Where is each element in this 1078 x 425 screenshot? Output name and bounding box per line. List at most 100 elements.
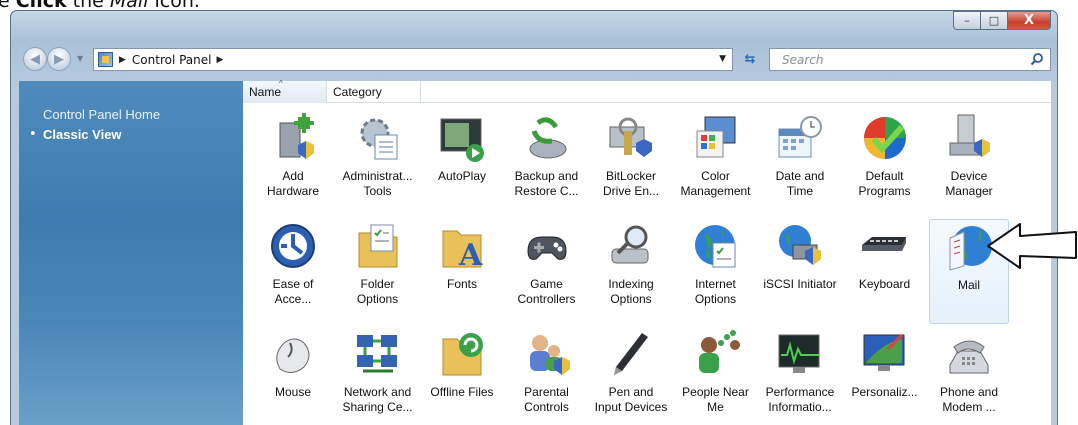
- forward-button[interactable]: ▶: [47, 47, 71, 71]
- fonts-icon: A: [442, 230, 483, 271]
- column-header-name-label: Name: [249, 85, 282, 99]
- item-label: Ease of Acce...: [272, 277, 314, 306]
- pointer-arrow-icon: [987, 223, 1077, 269]
- refresh-icon: ⇆: [744, 52, 756, 67]
- column-header-category-label: Category: [333, 85, 382, 99]
- autoplay-icon: [440, 118, 484, 162]
- item-label: iSCSI Initiator: [763, 277, 837, 291]
- phone-modem-icon: [949, 340, 989, 374]
- administrative-tools-icon: [360, 118, 397, 160]
- color-management-icon: [696, 116, 735, 158]
- item-label: Add Hardware: [266, 169, 320, 198]
- address-bar[interactable]: ▶ Control Panel ▶ ▼: [93, 48, 733, 71]
- classic-view-link[interactable]: Classic View: [43, 127, 122, 142]
- control-panel-item-internet-options[interactable]: Internet Options: [676, 219, 756, 324]
- ease-of-access-icon: [271, 224, 315, 268]
- item-label: Phone and Modem ...: [939, 385, 999, 414]
- bullet-icon: •: [29, 127, 37, 142]
- control-panel-item-personalization[interactable]: Personaliz...: [845, 327, 925, 425]
- item-label: Color Management: [680, 169, 751, 198]
- breadcrumb-chevron-icon[interactable]: ▶: [119, 55, 126, 65]
- control-panel-item-game-controllers[interactable]: Game Controllers: [507, 219, 587, 324]
- backup-icon: [529, 117, 566, 159]
- item-label: Date and Time: [775, 169, 825, 198]
- item-label: Mail: [957, 278, 980, 292]
- control-panel-item-backup[interactable]: Backup and Restore C...: [507, 111, 587, 216]
- bitlocker-icon: [609, 117, 652, 157]
- address-dropdown-icon[interactable]: ▼: [719, 54, 726, 64]
- control-panel-window: – □ X ◀ ▶ ▼ ▶ Control Panel ▶ ▼ ⇆ Search…: [10, 10, 1058, 425]
- performance-icon: [778, 334, 820, 373]
- sort-ascending-icon: ^: [279, 79, 283, 88]
- control-panel-item-offline-files[interactable]: Offline Files: [422, 327, 502, 425]
- control-panel-item-network-sharing[interactable]: Network and Sharing Ce...: [338, 327, 418, 425]
- parental-controls-icon: [529, 335, 570, 375]
- date-time-icon: [778, 116, 822, 158]
- item-label: Folder Options: [356, 277, 399, 306]
- item-label: AutoPlay: [437, 169, 487, 183]
- item-label: Device Manager: [945, 169, 993, 198]
- control-panel-item-date-time[interactable]: Date and Time: [760, 111, 840, 216]
- add-hardware-icon: [279, 113, 314, 159]
- control-panel-item-default-programs[interactable]: Default Programs: [845, 111, 925, 216]
- control-panel-item-device-manager[interactable]: Device Manager: [929, 111, 1009, 216]
- recent-pages-dropdown[interactable]: ▼: [77, 54, 83, 63]
- navigation-bar: ◀ ▶ ▼ ▶ Control Panel ▶ ▼ ⇆ Search: [19, 44, 1051, 74]
- close-button[interactable]: X: [1007, 11, 1051, 30]
- mouse-icon: [276, 338, 310, 373]
- control-panel-item-keyboard[interactable]: Keyboard: [845, 219, 925, 324]
- control-panel-item-indexing-options[interactable]: Indexing Options: [591, 219, 671, 324]
- item-label: Offline Files: [430, 385, 494, 399]
- back-arrow-icon: ◀: [30, 51, 40, 67]
- control-panel-item-color-management[interactable]: Color Management: [676, 111, 756, 216]
- column-header-name[interactable]: ^ Name: [243, 79, 327, 103]
- item-label: People Near Me: [682, 385, 749, 414]
- keyboard-icon: [861, 237, 906, 251]
- item-label: Parental Controls: [524, 385, 569, 414]
- default-programs-icon: [863, 117, 906, 159]
- refresh-button[interactable]: ⇆: [739, 49, 761, 70]
- control-panel-item-add-hardware[interactable]: Add Hardware: [253, 111, 333, 216]
- control-panel-home-link[interactable]: Control Panel Home: [43, 107, 160, 122]
- item-label: Fonts: [446, 277, 477, 291]
- control-panel-item-administrative-tools[interactable]: Administrat... Tools: [338, 111, 418, 216]
- control-panel-item-people-near-me[interactable]: People Near Me: [676, 327, 756, 425]
- control-panel-item-mouse[interactable]: Mouse: [253, 327, 333, 425]
- pen-input-icon: [614, 333, 648, 375]
- item-label: Pen and Input Devices: [594, 385, 668, 414]
- item-label: BitLocker Drive En...: [602, 169, 659, 198]
- forward-arrow-icon: ▶: [54, 51, 64, 67]
- control-panel-item-autoplay[interactable]: AutoPlay: [422, 111, 502, 216]
- item-label: Network and Sharing Ce...: [342, 385, 413, 414]
- control-panel-item-phone-modem[interactable]: Phone and Modem ...: [929, 327, 1009, 425]
- search-input[interactable]: Search: [769, 48, 1051, 71]
- maximize-button[interactable]: □: [980, 11, 1007, 30]
- back-button[interactable]: ◀: [23, 47, 47, 71]
- control-panel-item-pen-input[interactable]: Pen and Input Devices: [591, 327, 671, 425]
- item-label: Indexing Options: [608, 277, 654, 306]
- items-view: ^ Name Category Add Hardware Administrat.…: [243, 79, 1051, 425]
- item-label: Backup and Restore C...: [514, 169, 579, 198]
- minimize-button[interactable]: –: [953, 11, 980, 30]
- item-label: Personaliz...: [851, 385, 918, 399]
- personalization-icon: [863, 333, 904, 371]
- control-panel-item-performance[interactable]: Performance Informatio...: [760, 327, 840, 425]
- column-header-category[interactable]: Category: [327, 81, 421, 103]
- folder-options-icon: [358, 224, 397, 268]
- item-label: Internet Options: [694, 277, 737, 306]
- control-panel-item-ease-of-access[interactable]: Ease of Acce...: [253, 219, 333, 324]
- device-manager-icon: [949, 114, 990, 157]
- column-headers: ^ Name Category: [243, 79, 1051, 103]
- control-panel-item-parental-controls[interactable]: Parental Controls: [507, 327, 587, 425]
- control-panel-item-folder-options[interactable]: Folder Options: [338, 219, 418, 324]
- control-panel-item-fonts[interactable]: A Fonts: [422, 219, 502, 324]
- breadcrumb-chevron-icon[interactable]: ▶: [217, 55, 224, 65]
- control-panel-item-bitlocker[interactable]: BitLocker Drive En...: [591, 111, 671, 216]
- search-icon[interactable]: [1030, 52, 1044, 66]
- svg-text:A: A: [458, 238, 483, 271]
- control-panel-item-iscsi-initiator[interactable]: iSCSI Initiator: [760, 219, 840, 324]
- task-pane: Control Panel Home • Classic View: [19, 81, 243, 425]
- item-label: Default Programs: [858, 169, 911, 198]
- breadcrumb-control-panel[interactable]: Control Panel: [132, 53, 212, 67]
- item-label: Administrat... Tools: [342, 169, 413, 198]
